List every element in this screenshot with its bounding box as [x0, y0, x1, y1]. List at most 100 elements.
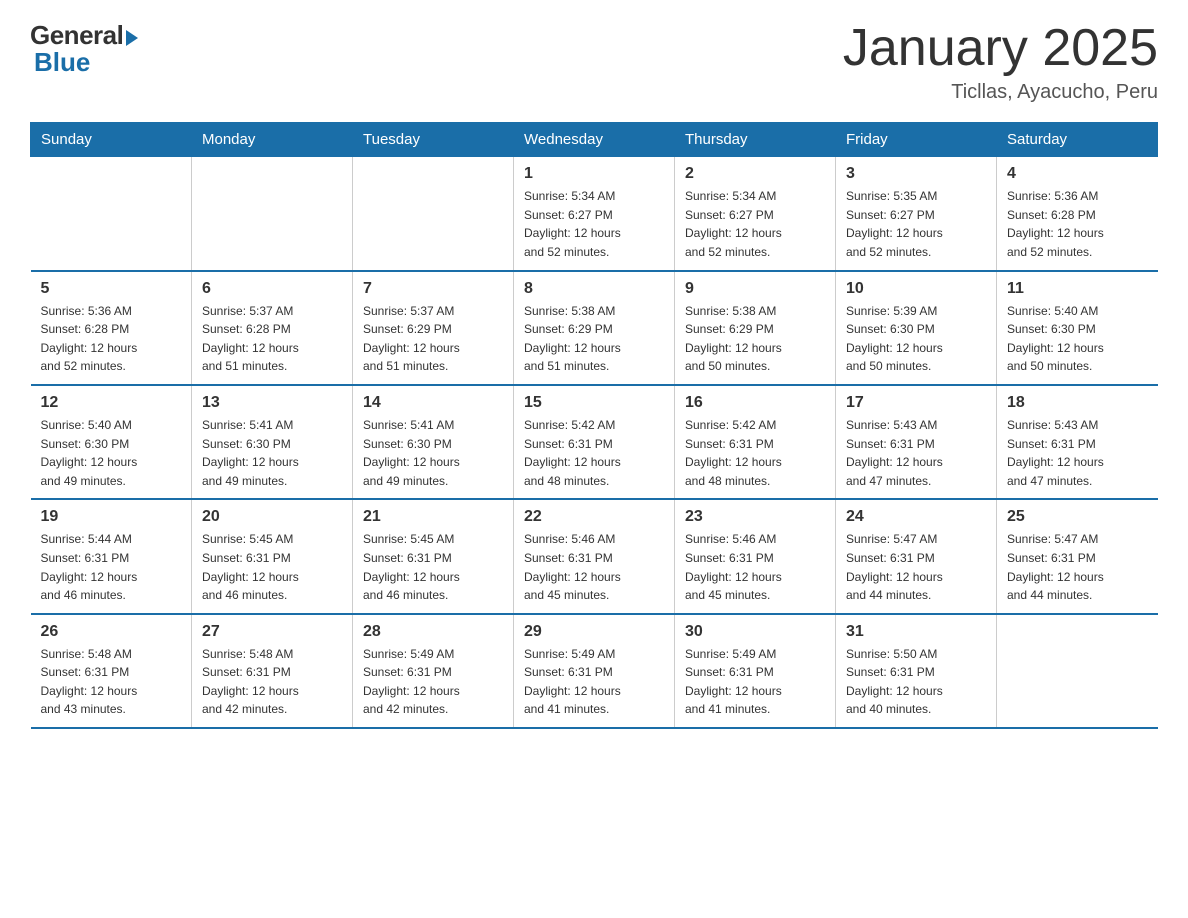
calendar-cell: 3Sunrise: 5:35 AMSunset: 6:27 PMDaylight…	[836, 157, 997, 271]
day-info: Sunrise: 5:39 AMSunset: 6:30 PMDaylight:…	[846, 302, 986, 376]
day-info: Sunrise: 5:34 AMSunset: 6:27 PMDaylight:…	[685, 187, 825, 261]
day-number: 20	[202, 508, 342, 526]
day-number: 16	[685, 394, 825, 412]
day-info: Sunrise: 5:41 AMSunset: 6:30 PMDaylight:…	[363, 416, 503, 490]
day-number: 30	[685, 623, 825, 641]
week-row-3: 12 Sunrise: 5:40 AMSunset: 6:30 PMDayligh…	[31, 385, 1158, 499]
header-row: SundayMondayTuesdayWednesdayThursdayFrid…	[31, 123, 1158, 157]
day-info: Sunrise: 5:37 AMSunset: 6:29 PMDaylight:…	[363, 302, 503, 376]
calendar-cell: 20 Sunrise: 5:45 AMSunset: 6:31 PMDayligh…	[192, 499, 353, 613]
day-info: Sunrise: 5:47 AMSunset: 6:31 PMDaylight:…	[1007, 530, 1148, 604]
day-number: 6	[202, 280, 342, 298]
day-info: Sunrise: 5:49 AMSunset: 6:31 PMDaylight:…	[363, 645, 503, 719]
calendar-cell: 2Sunrise: 5:34 AMSunset: 6:27 PMDaylight…	[675, 157, 836, 271]
header-day-friday: Friday	[836, 123, 997, 157]
header-day-thursday: Thursday	[675, 123, 836, 157]
calendar-cell: 1 Sunrise: 5:34 AMSunset: 6:27 PMDaylight…	[514, 157, 675, 271]
calendar-cell	[353, 157, 514, 271]
calendar-cell: 17 Sunrise: 5:43 AMSunset: 6:31 PMDayligh…	[836, 385, 997, 499]
day-info: Sunrise: 5:40 AMSunset: 6:30 PMDaylight:…	[1007, 302, 1148, 376]
calendar-cell: 9Sunrise: 5:38 AMSunset: 6:29 PMDaylight…	[675, 271, 836, 385]
day-number: 26	[41, 623, 182, 641]
day-info: Sunrise: 5:35 AMSunset: 6:27 PMDaylight:…	[846, 187, 986, 261]
day-info: Sunrise: 5:49 AMSunset: 6:31 PMDaylight:…	[524, 645, 664, 719]
day-info: Sunrise: 5:47 AMSunset: 6:31 PMDaylight:…	[846, 530, 986, 604]
day-number: 7	[363, 280, 503, 298]
calendar-cell	[192, 157, 353, 271]
week-row-1: 1 Sunrise: 5:34 AMSunset: 6:27 PMDaylight…	[31, 157, 1158, 271]
calendar-cell: 29 Sunrise: 5:49 AMSunset: 6:31 PMDayligh…	[514, 614, 675, 728]
calendar-body: 1 Sunrise: 5:34 AMSunset: 6:27 PMDaylight…	[31, 157, 1158, 728]
calendar-cell: 30Sunrise: 5:49 AMSunset: 6:31 PMDayligh…	[675, 614, 836, 728]
day-number: 27	[202, 623, 342, 641]
header-day-wednesday: Wednesday	[514, 123, 675, 157]
calendar-cell: 24 Sunrise: 5:47 AMSunset: 6:31 PMDayligh…	[836, 499, 997, 613]
day-info: Sunrise: 5:46 AMSunset: 6:31 PMDaylight:…	[524, 530, 664, 604]
header-day-saturday: Saturday	[997, 123, 1158, 157]
day-number: 14	[363, 394, 503, 412]
day-info: Sunrise: 5:34 AMSunset: 6:27 PMDaylight:…	[524, 187, 664, 261]
day-info: Sunrise: 5:40 AMSunset: 6:30 PMDaylight:…	[41, 416, 182, 490]
title-block: January 2025 Ticllas, Ayacucho, Peru	[843, 20, 1158, 104]
header-day-sunday: Sunday	[31, 123, 192, 157]
day-number: 10	[846, 280, 986, 298]
week-row-2: 5 Sunrise: 5:36 AMSunset: 6:28 PMDaylight…	[31, 271, 1158, 385]
month-title: January 2025	[843, 20, 1158, 77]
day-number: 17	[846, 394, 986, 412]
location-title: Ticllas, Ayacucho, Peru	[843, 81, 1158, 104]
day-info: Sunrise: 5:45 AMSunset: 6:31 PMDaylight:…	[363, 530, 503, 604]
day-number: 9	[685, 280, 825, 298]
calendar-cell: 7 Sunrise: 5:37 AMSunset: 6:29 PMDaylight…	[353, 271, 514, 385]
page-header: General Blue January 2025 Ticllas, Ayacu…	[30, 20, 1158, 104]
day-number: 21	[363, 508, 503, 526]
calendar-cell: 13Sunrise: 5:41 AMSunset: 6:30 PMDayligh…	[192, 385, 353, 499]
header-day-monday: Monday	[192, 123, 353, 157]
header-day-tuesday: Tuesday	[353, 123, 514, 157]
logo-triangle-icon	[126, 30, 138, 46]
calendar-header: SundayMondayTuesdayWednesdayThursdayFrid…	[31, 123, 1158, 157]
day-number: 29	[524, 623, 664, 641]
calendar-cell: 25 Sunrise: 5:47 AMSunset: 6:31 PMDayligh…	[997, 499, 1158, 613]
day-number: 1	[524, 165, 664, 183]
calendar-cell: 22 Sunrise: 5:46 AMSunset: 6:31 PMDayligh…	[514, 499, 675, 613]
day-number: 4	[1007, 165, 1148, 183]
calendar-cell: 8Sunrise: 5:38 AMSunset: 6:29 PMDaylight…	[514, 271, 675, 385]
day-number: 23	[685, 508, 825, 526]
day-info: Sunrise: 5:43 AMSunset: 6:31 PMDaylight:…	[1007, 416, 1148, 490]
calendar-cell: 23Sunrise: 5:46 AMSunset: 6:31 PMDayligh…	[675, 499, 836, 613]
day-number: 18	[1007, 394, 1148, 412]
calendar-cell: 15Sunrise: 5:42 AMSunset: 6:31 PMDayligh…	[514, 385, 675, 499]
calendar-cell: 11Sunrise: 5:40 AMSunset: 6:30 PMDayligh…	[997, 271, 1158, 385]
day-number: 24	[846, 508, 986, 526]
day-info: Sunrise: 5:48 AMSunset: 6:31 PMDaylight:…	[41, 645, 182, 719]
calendar-cell	[997, 614, 1158, 728]
day-info: Sunrise: 5:50 AMSunset: 6:31 PMDaylight:…	[846, 645, 986, 719]
day-number: 5	[41, 280, 182, 298]
day-number: 25	[1007, 508, 1148, 526]
day-number: 19	[41, 508, 182, 526]
day-info: Sunrise: 5:36 AMSunset: 6:28 PMDaylight:…	[1007, 187, 1148, 261]
day-info: Sunrise: 5:42 AMSunset: 6:31 PMDaylight:…	[685, 416, 825, 490]
calendar-cell: 31 Sunrise: 5:50 AMSunset: 6:31 PMDayligh…	[836, 614, 997, 728]
day-info: Sunrise: 5:44 AMSunset: 6:31 PMDaylight:…	[41, 530, 182, 604]
day-info: Sunrise: 5:48 AMSunset: 6:31 PMDaylight:…	[202, 645, 342, 719]
logo-blue-text: Blue	[34, 47, 90, 78]
calendar-cell: 10 Sunrise: 5:39 AMSunset: 6:30 PMDayligh…	[836, 271, 997, 385]
day-number: 12	[41, 394, 182, 412]
calendar-cell: 28 Sunrise: 5:49 AMSunset: 6:31 PMDayligh…	[353, 614, 514, 728]
day-number: 15	[524, 394, 664, 412]
day-number: 31	[846, 623, 986, 641]
calendar-cell: 16 Sunrise: 5:42 AMSunset: 6:31 PMDayligh…	[675, 385, 836, 499]
calendar-cell: 19 Sunrise: 5:44 AMSunset: 6:31 PMDayligh…	[31, 499, 192, 613]
day-info: Sunrise: 5:43 AMSunset: 6:31 PMDaylight:…	[846, 416, 986, 490]
day-info: Sunrise: 5:36 AMSunset: 6:28 PMDaylight:…	[41, 302, 182, 376]
calendar-cell: 6Sunrise: 5:37 AMSunset: 6:28 PMDaylight…	[192, 271, 353, 385]
calendar-cell: 27 Sunrise: 5:48 AMSunset: 6:31 PMDayligh…	[192, 614, 353, 728]
calendar-cell: 18 Sunrise: 5:43 AMSunset: 6:31 PMDayligh…	[997, 385, 1158, 499]
day-info: Sunrise: 5:45 AMSunset: 6:31 PMDaylight:…	[202, 530, 342, 604]
calendar-cell: 26 Sunrise: 5:48 AMSunset: 6:31 PMDayligh…	[31, 614, 192, 728]
day-number: 22	[524, 508, 664, 526]
day-info: Sunrise: 5:41 AMSunset: 6:30 PMDaylight:…	[202, 416, 342, 490]
week-row-5: 26 Sunrise: 5:48 AMSunset: 6:31 PMDayligh…	[31, 614, 1158, 728]
day-number: 28	[363, 623, 503, 641]
